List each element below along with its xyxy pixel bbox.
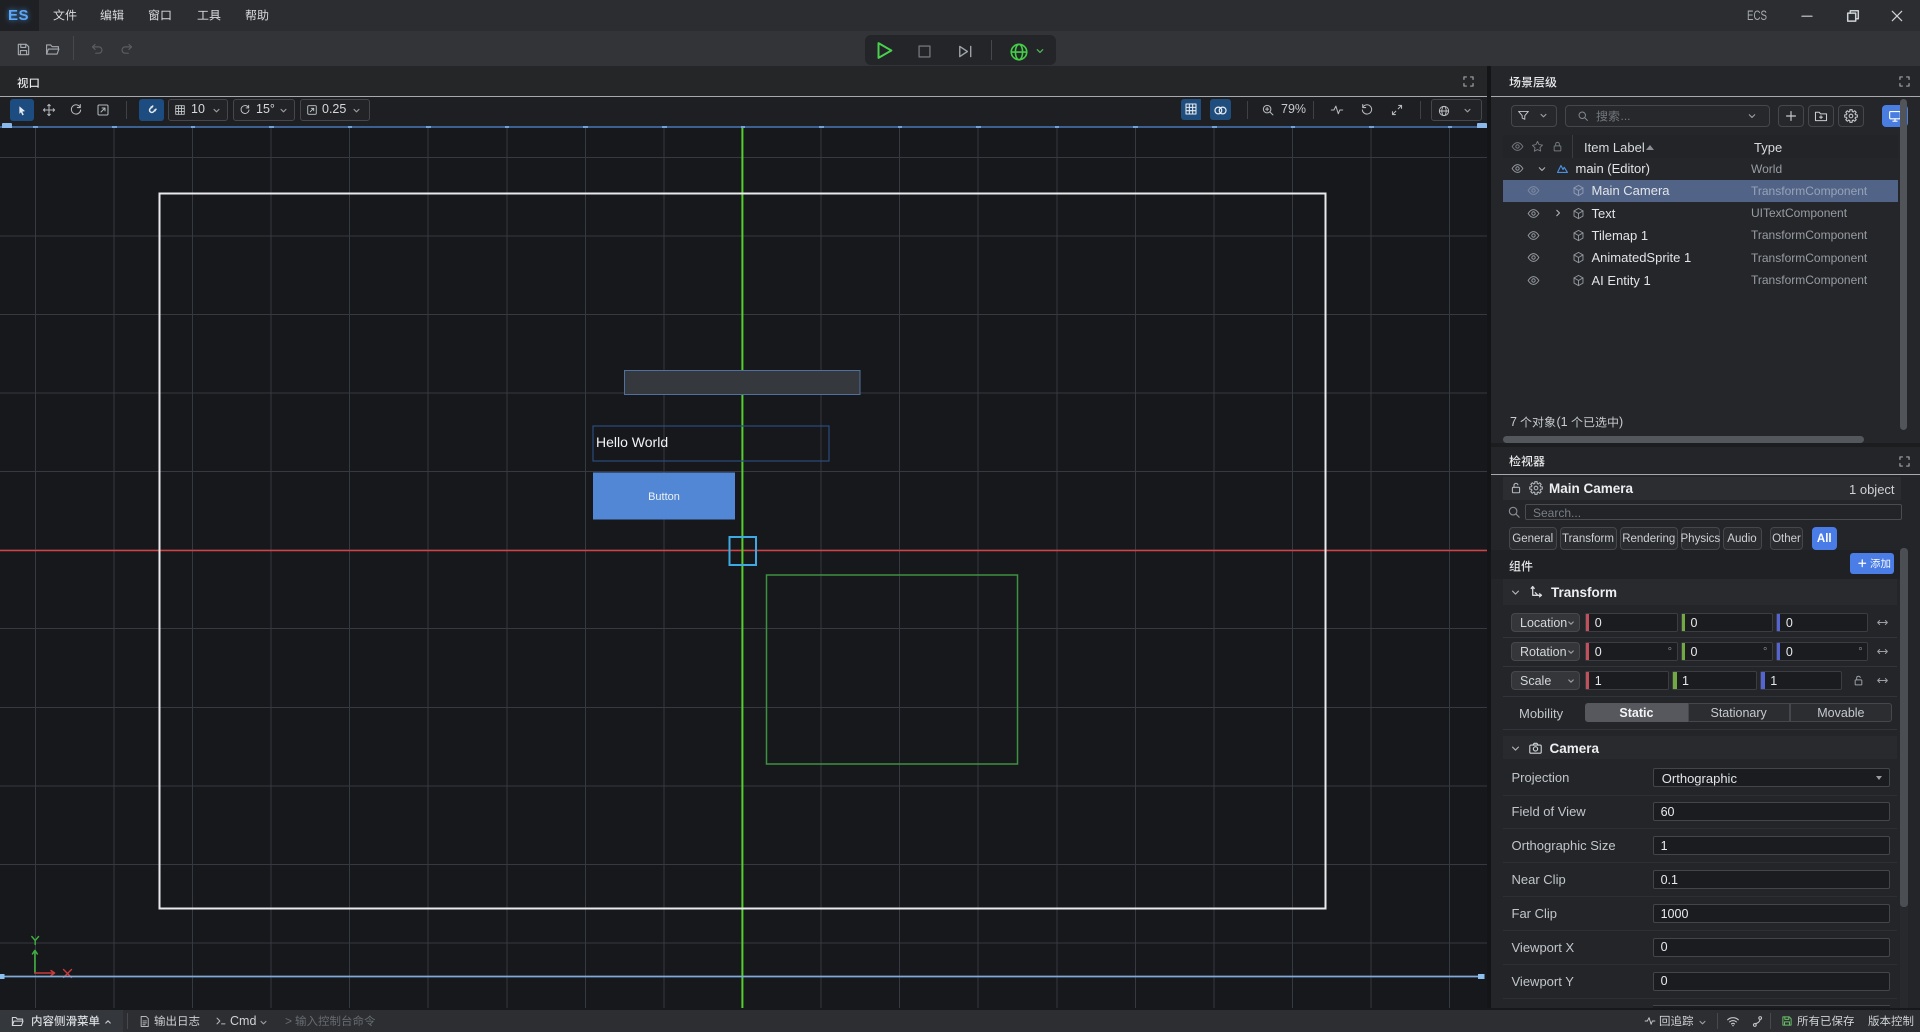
svg-text:Hello World: Hello World <box>596 434 668 450</box>
svg-text:Button: Button <box>648 491 680 503</box>
